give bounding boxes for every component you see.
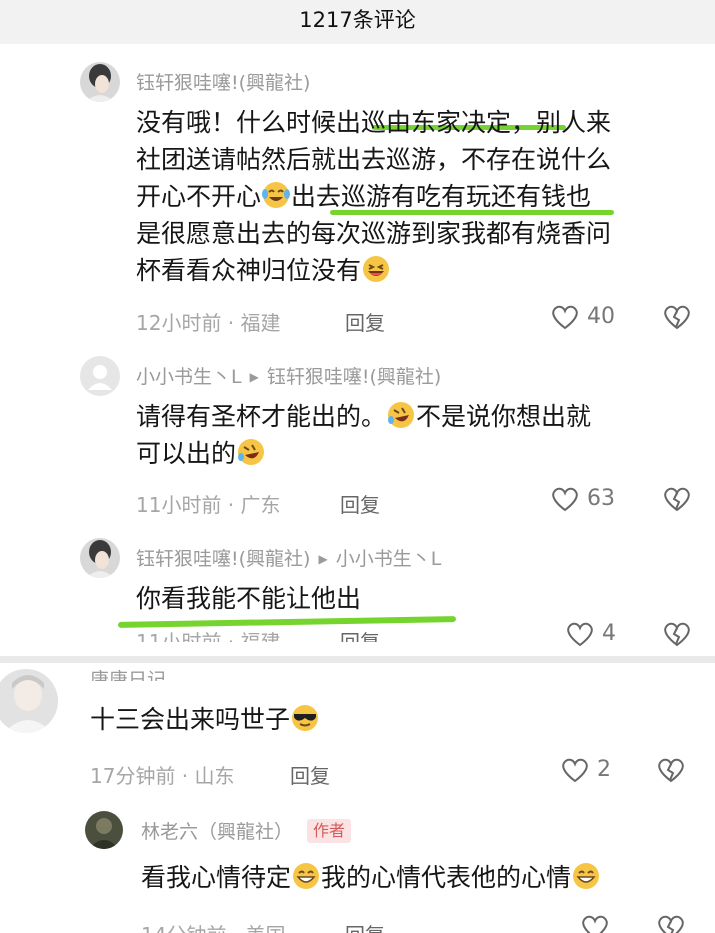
user-avatar-icon <box>85 811 123 849</box>
like-button[interactable]: 2 <box>560 756 611 784</box>
reply-button[interactable]: 回复 <box>340 489 380 518</box>
heart-icon <box>567 622 593 647</box>
comment-username[interactable]: 唐唐日记 <box>90 665 166 681</box>
broken-heart-icon <box>664 487 690 512</box>
comment-username[interactable]: 钰轩狠哇噻!(興龍社) <box>136 548 310 570</box>
avatar[interactable] <box>0 669 58 733</box>
like-count: 63 <box>587 486 615 511</box>
screenshot-separator <box>0 656 715 663</box>
comment-segment: 杯看看众神归位没有 <box>136 256 362 285</box>
grin-emoji-icon <box>361 254 391 284</box>
reply-username-line: 小小书生丶L ▶ 钰轩狠哇噻!(興龍社) <box>136 362 441 389</box>
reply-target-username[interactable]: 钰轩狠哇噻!(興龍社) <box>267 366 441 388</box>
comment-thread-2: 唐唐日记 十三会出来吗世子 17分钟前 · 山东 回复 2 林老六（興龍社） 作者… <box>0 663 715 933</box>
rofl-emoji-icon <box>386 400 416 430</box>
user-avatar-icon <box>80 62 120 102</box>
comment-username[interactable]: 小小书生丶L <box>136 366 242 388</box>
comment-time-location: 11小时前 · 福建 <box>136 630 281 642</box>
user-avatar-icon <box>80 538 120 578</box>
comment-line: 杯看看众神归位没有 <box>136 252 706 289</box>
comment-segment: 可以出的 <box>136 439 237 468</box>
comment-time-location: 11小时前 · 广东 <box>136 493 281 517</box>
comment-line: 社团送请帖然后就出去巡游，不存在说什么 <box>136 145 612 174</box>
comment-time-location: 12小时前 · 福建 <box>136 311 281 335</box>
dislike-button[interactable] <box>656 913 686 933</box>
heart-icon <box>552 305 578 330</box>
like-count: 4 <box>602 621 616 646</box>
comment-time-location: 14分钟前 · 美国 <box>141 919 286 933</box>
comment-text: 请得有圣杯才能出的。 不是说你想出就 可以出的 <box>136 398 706 472</box>
comment-text: 你看我能不能让他出 <box>136 580 706 617</box>
author-badge: 作者 <box>307 819 352 843</box>
broken-heart-icon <box>658 915 684 933</box>
broken-heart-icon <box>664 305 690 330</box>
reply-button[interactable]: 回复 <box>290 760 330 789</box>
broken-heart-icon <box>664 622 690 647</box>
reply-target-username[interactable]: 小小书生丶L <box>336 548 442 570</box>
dislike-button[interactable] <box>662 485 692 517</box>
comment-segment: 不是说你想出就 <box>416 402 592 431</box>
heart-icon <box>552 487 578 512</box>
broken-heart-icon <box>658 758 684 783</box>
comment-segment: 开心不开心 <box>136 182 262 211</box>
reply-arrow-icon: ▶ <box>249 370 259 384</box>
avatar[interactable] <box>85 811 123 849</box>
comment-line: 开心不开心 出去巡游有吃有玩还有钱也 <box>136 178 706 215</box>
sunglasses-emoji-icon <box>290 703 320 733</box>
avatar[interactable] <box>80 538 120 578</box>
comment-line: 看我心情待定 我的心情代表他的心情 <box>141 859 601 896</box>
comment-count-title: 1217条评论 <box>299 8 416 32</box>
like-count: 2 <box>597 757 611 782</box>
like-count: 40 <box>587 304 615 329</box>
comment-line: 十三会出来吗世子 <box>90 701 320 738</box>
dislike-button[interactable] <box>662 303 692 335</box>
laugh-cry-emoji-icon <box>261 180 291 210</box>
comment-segment: 十三会出来吗世子 <box>90 705 291 734</box>
comment-text: 看我心情待定 我的心情代表他的心情 <box>141 859 601 896</box>
comment-segment: 出去巡游有吃有玩还有钱也 <box>291 182 592 211</box>
reply-button[interactable]: 回复 <box>340 626 380 642</box>
like-button[interactable] <box>580 913 610 933</box>
comment-username[interactable]: 林老六（興龍社） <box>141 821 293 843</box>
avatar[interactable] <box>80 356 120 396</box>
like-button[interactable]: 63 <box>550 485 615 513</box>
heart-icon <box>582 915 608 933</box>
reply-arrow-icon: ▶ <box>318 552 328 566</box>
reply-username-line: 钰轩狠哇噻!(興龍社) ▶ 小小书生丶L <box>136 544 441 571</box>
comment-time-location: 17分钟前 · 山东 <box>90 764 235 788</box>
comment-segment: 请得有圣杯才能出的。 <box>136 402 387 431</box>
rofl-emoji-icon <box>236 437 266 467</box>
like-button[interactable]: 4 <box>565 620 616 648</box>
comment-thread-1: 钰轩狠哇噻!(興龍社) 没有哦！什么时候出巡由东家决定，别人来 社团送请帖然后就… <box>0 44 715 656</box>
comment-text: 十三会出来吗世子 <box>90 701 320 738</box>
heart-icon <box>562 758 588 783</box>
comment-segment: 看我心情待定 <box>141 863 292 892</box>
dislike-button[interactable] <box>656 756 686 788</box>
like-button[interactable]: 40 <box>550 303 615 331</box>
avatar[interactable] <box>80 62 120 102</box>
big-grin-emoji-icon <box>571 861 601 891</box>
comment-line: 你看我能不能让他出 <box>136 584 362 613</box>
user-avatar-icon <box>0 669 58 733</box>
author-username-line: 林老六（興龍社） 作者 <box>141 817 352 844</box>
reply-button[interactable]: 回复 <box>345 307 385 336</box>
comment-line: 请得有圣杯才能出的。 不是说你想出就 <box>136 398 706 435</box>
comments-header: 1217条评论 <box>0 0 715 44</box>
dislike-button[interactable] <box>662 620 692 652</box>
default-avatar-icon <box>80 356 120 396</box>
big-grin-emoji-icon <box>291 861 321 891</box>
comment-segment: 我的心情代表他的心情 <box>321 863 572 892</box>
comment-line: 是很愿意出去的每次巡游到家我都有烧香问 <box>136 219 612 248</box>
comment-text: 没有哦！什么时候出巡由东家决定，别人来 社团送请帖然后就出去巡游，不存在说什么 … <box>136 104 706 289</box>
comment-username[interactable]: 钰轩狠哇噻!(興龍社) <box>136 68 310 95</box>
reply-button[interactable]: 回复 <box>345 919 385 933</box>
comment-line: 可以出的 <box>136 435 706 472</box>
comment-line: 没有哦！什么时候出巡由东家决定，别人来 <box>136 108 612 137</box>
